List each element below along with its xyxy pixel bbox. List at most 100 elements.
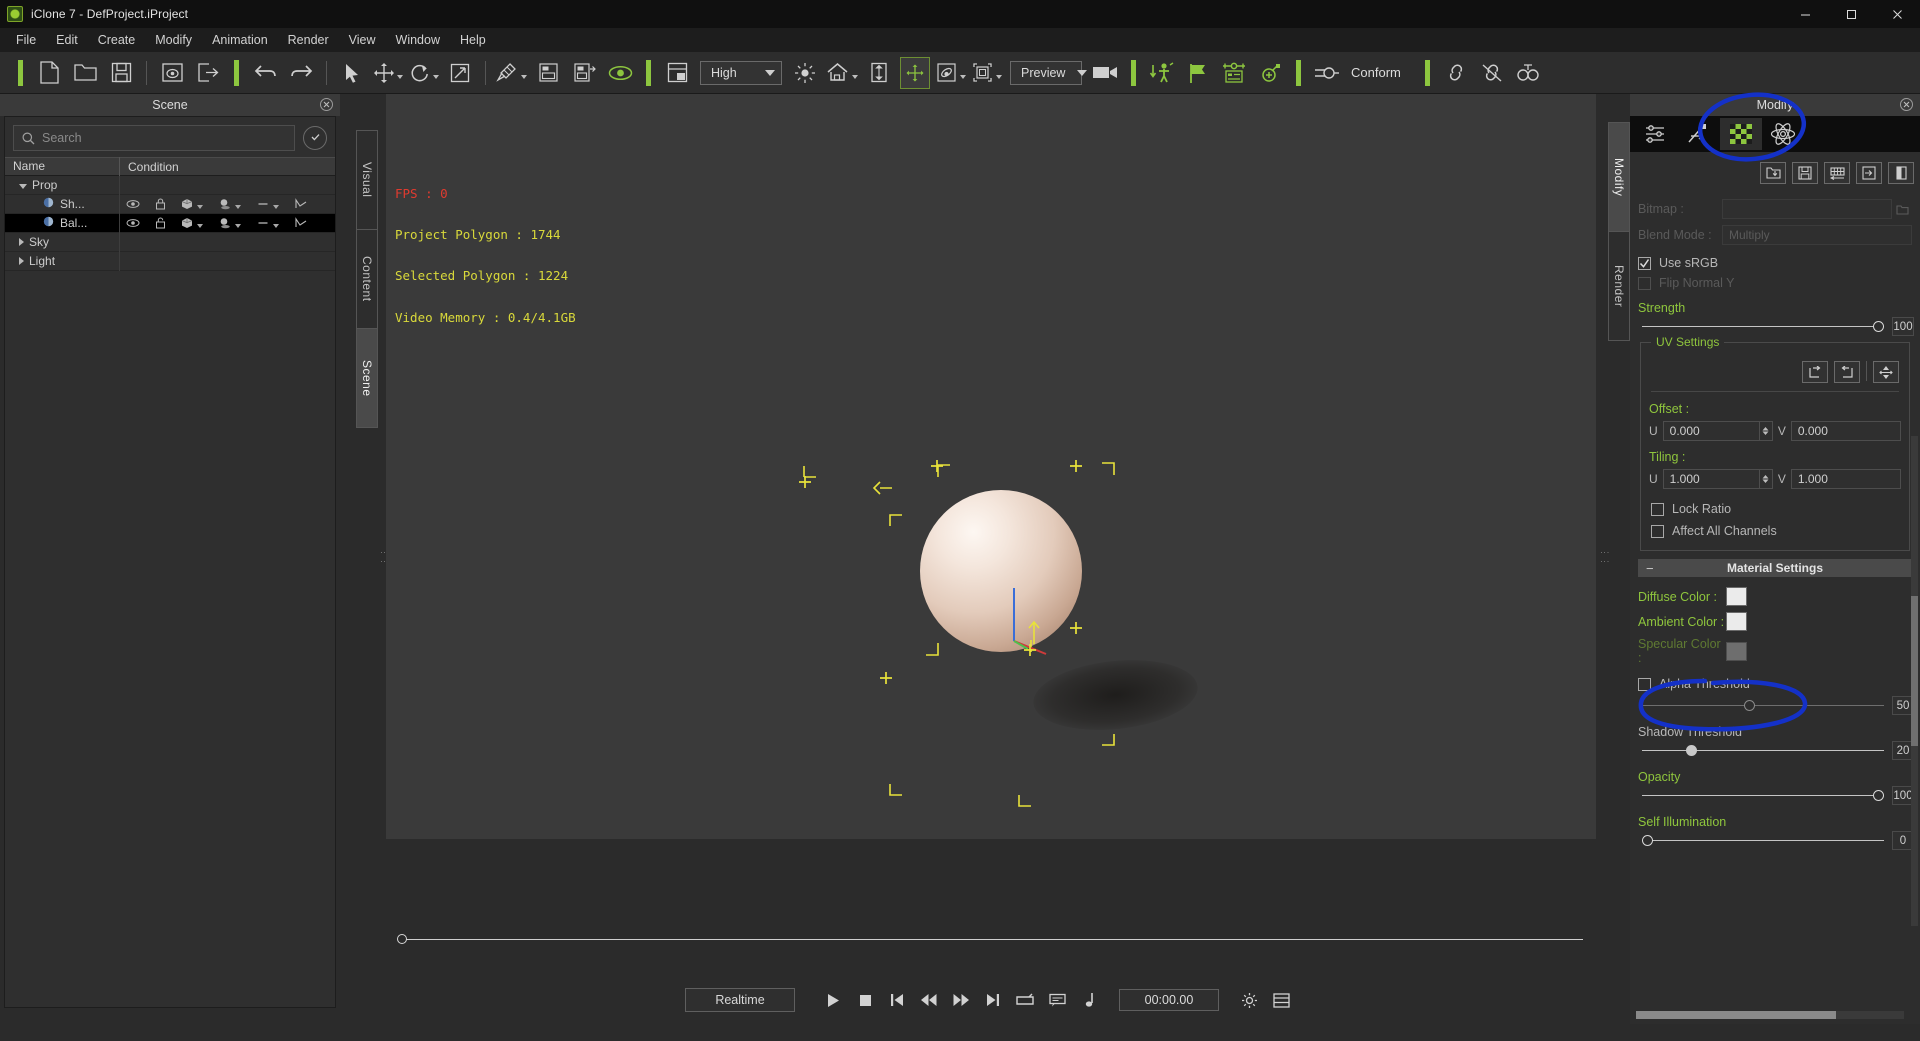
scene-row-prop[interactable]: Prop [5,175,335,195]
close-button[interactable] [1874,0,1920,28]
timeline-track[interactable] [399,939,1583,940]
uv-rotate-cw-button[interactable] [1802,361,1828,383]
align-export-icon[interactable] [569,57,599,89]
uv-offset-u-stepper[interactable] [1758,422,1772,440]
scale-tool-icon[interactable] [445,57,475,89]
playback-mode-select[interactable]: Realtime [685,988,795,1012]
menu-animation[interactable]: Animation [202,30,278,50]
diffuse-color-row[interactable]: Diffuse Color : [1630,577,1920,609]
curve-icon-row2[interactable] [295,217,307,229]
next-frame-button[interactable] [945,986,977,1014]
scene-panel-close-icon[interactable] [320,98,333,111]
rotate-tool-dropdown-caret[interactable] [432,75,439,79]
shadow-threshold-slider-track[interactable] [1642,745,1884,756]
save-texture-button[interactable] [1792,162,1818,184]
conform-label[interactable]: Conform [1351,65,1401,80]
tab-material-texture[interactable] [1720,118,1762,150]
load-texture-button[interactable] [1760,162,1786,184]
orbit-camera-dropdown-caret[interactable] [960,75,966,79]
select-tool-icon[interactable] [337,57,367,89]
blend-mode-select[interactable]: Multiply [1722,225,1912,245]
timecode-display[interactable]: 00:00.00 [1119,989,1219,1011]
uv-flip-horizontal-button[interactable] [1873,361,1899,383]
texture-grid-button[interactable] [1824,162,1850,184]
quality-select[interactable]: High [700,60,782,85]
scene-row-sky[interactable]: Sky [5,232,335,252]
link-object-icon[interactable] [1441,57,1471,89]
menu-render[interactable]: Render [278,30,339,50]
unlink-object-icon[interactable] [1477,57,1507,89]
self-illumination-slider-knob[interactable] [1642,835,1653,846]
rotate-tool-icon[interactable] [409,57,439,89]
scene-row-light[interactable]: Light [5,251,335,271]
remove-texture-button[interactable] [1888,162,1914,184]
timeline-panel-icon[interactable] [1265,986,1297,1014]
viewport-layout-icon[interactable] [662,57,692,89]
uv-tiling-u-input[interactable]: 1.000 [1662,469,1773,489]
zoom-fit-icon[interactable] [972,57,1002,89]
home-view-icon[interactable] [826,57,858,89]
flag-marker-icon[interactable] [1183,57,1213,89]
menu-view[interactable]: View [339,30,386,50]
menu-window[interactable]: Window [386,30,450,50]
open-project-icon[interactable] [70,57,100,89]
shadow-dropdown-caret-row2[interactable] [235,223,241,228]
shadow-icon-row1[interactable] [219,198,231,210]
use-srgb-checkbox[interactable] [1638,256,1651,270]
menu-file[interactable]: File [6,30,46,50]
material-settings-header[interactable]: − Material Settings [1638,559,1912,577]
align-panel-icon[interactable] [533,57,563,89]
subtitle-button[interactable] [1041,986,1073,1014]
vertical-fit-icon[interactable] [864,57,894,89]
scene-search-box[interactable] [13,125,295,151]
sidebar-tab-scene[interactable]: Scene [356,328,378,428]
lock-ratio-checkbox[interactable] [1651,502,1664,516]
mesh-dropdown-caret-row1[interactable] [197,204,203,209]
scene-row-shadow[interactable]: Sh... [5,194,335,214]
lock-ratio-row[interactable]: Lock Ratio [1649,498,1901,522]
tab-attribute[interactable] [1636,118,1678,150]
uv-tiling-v-input[interactable]: 1.000 [1790,469,1901,489]
collapse-triangle-icon-light[interactable] [19,257,24,265]
alpha-threshold-row[interactable]: Alpha Threshold [1630,668,1920,694]
conform-icon[interactable] [1312,57,1342,89]
move-camera-icon[interactable] [900,56,930,89]
opacity-dash-icon-row1[interactable] [257,198,269,210]
uv-offset-u-input[interactable]: 0.000 [1662,421,1773,441]
bitmap-browse-icon[interactable] [1892,203,1912,216]
sidebar-tab-content[interactable]: Content [356,229,378,329]
scene-filter-icon[interactable] [303,126,327,150]
stop-button[interactable] [849,986,881,1014]
mesh-solid-icon-row2[interactable] [181,217,193,229]
apply-texture-button[interactable] [1856,162,1882,184]
loop-button[interactable] [1009,986,1041,1014]
first-frame-button[interactable] [881,986,913,1014]
home-view-dropdown-caret[interactable] [852,75,858,79]
opacity-dash-icon-row2[interactable] [257,217,269,229]
scene-row-ball[interactable]: Bal... [5,213,335,233]
scene-search-input[interactable] [42,131,294,145]
uv-rotate-ccw-button[interactable] [1834,361,1860,383]
visibility-eye-icon[interactable] [605,57,635,89]
ambient-color-row[interactable]: Ambient Color : [1630,609,1920,634]
sidebar-tab-visual[interactable]: Visual [356,130,378,230]
mesh-solid-icon-row1[interactable] [181,198,193,210]
move-tool-dropdown-caret[interactable] [396,75,403,79]
export-icon[interactable] [193,57,223,89]
timeline-editor-icon[interactable] [1219,57,1249,89]
paint-brush-icon[interactable] [496,57,527,89]
tab-animation[interactable] [1678,118,1720,150]
uv-offset-v-input[interactable]: 0.000 [1790,421,1901,441]
prev-frame-button[interactable] [913,986,945,1014]
diffuse-color-swatch[interactable] [1726,587,1747,606]
minimize-button[interactable] [1782,0,1828,28]
modify-panel-vertical-scrollbar[interactable] [1911,436,1918,926]
add-keyframe-icon[interactable] [1255,57,1285,89]
menu-modify[interactable]: Modify [145,30,202,50]
camera-icon[interactable] [1090,57,1120,89]
visibility-eye-icon-row2[interactable] [126,218,140,228]
timeline-start-handle[interactable] [397,934,407,944]
modify-panel-horizontal-scrollbar[interactable] [1636,1011,1904,1019]
lock-closed-icon-row1[interactable] [155,198,166,210]
ambient-color-swatch[interactable] [1726,612,1747,631]
